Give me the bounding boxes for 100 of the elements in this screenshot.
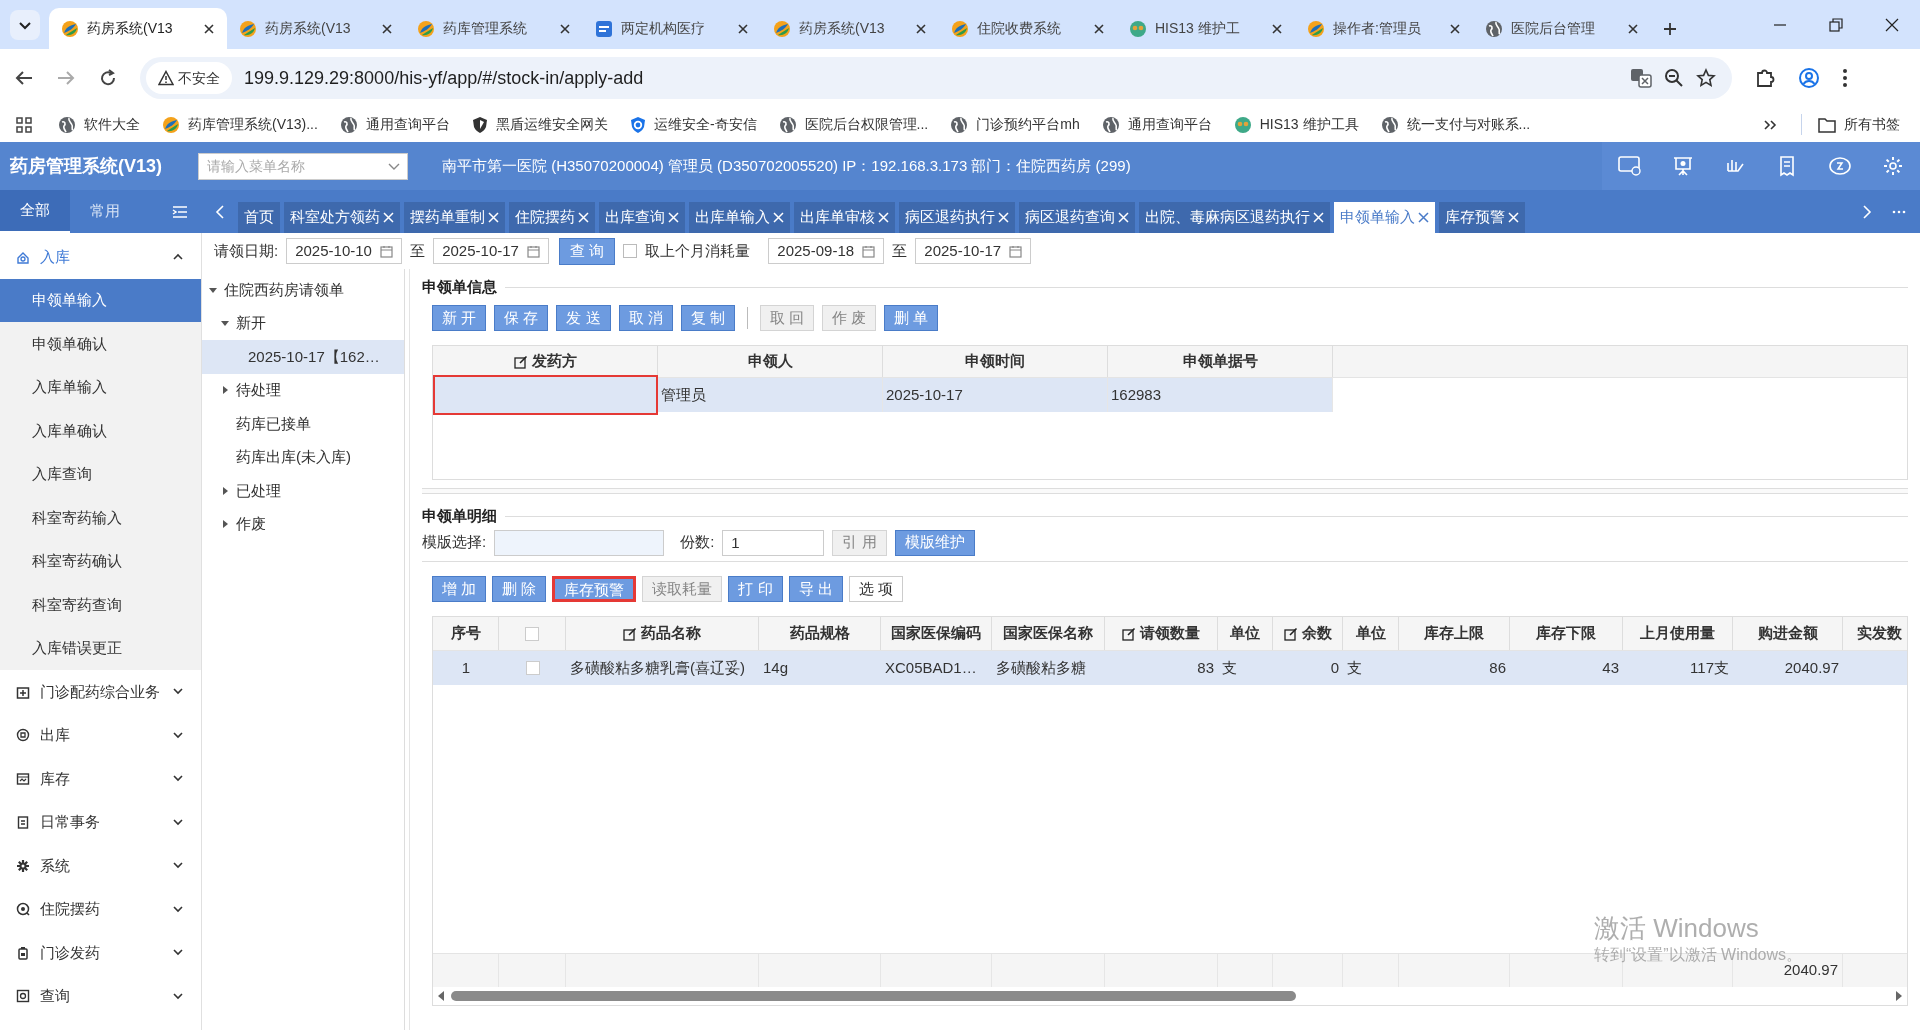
sidebar-tab[interactable]: 全部 [0,190,70,233]
browser-tab[interactable]: 药房系统(V13 [761,8,939,49]
column-header[interactable]: 单位 [1230,622,1260,645]
bookmark[interactable]: 统一支付与对账系... [1380,114,1531,135]
column-header[interactable]: 国家医保名称 [1003,622,1093,645]
chevrons-icon[interactable] [1763,117,1777,132]
bookmark[interactable]: HIS13 维护工具 [1233,114,1359,135]
column-header[interactable]: 序号 [450,622,481,645]
menu-group[interactable]: 出库 [0,713,201,757]
menu-group[interactable]: 系统 [0,844,201,888]
chevron-left-icon[interactable] [215,204,225,219]
column-header[interactable]: 发药方 [531,350,577,373]
close-icon[interactable] [559,22,571,35]
star-icon[interactable] [1696,68,1716,88]
presentation-icon[interactable] [1672,155,1694,177]
menu-group[interactable]: 门诊发药 [0,931,201,975]
page-tab[interactable]: 申领单输入 [1334,202,1435,233]
menu-group[interactable]: 门诊配药综合业务 [0,670,201,714]
close-icon[interactable] [1627,22,1639,35]
column-header[interactable]: 药品名称 [641,622,701,645]
menu-item[interactable]: 申领单输入 [0,278,201,322]
tree-item[interactable]: 药库出库(未入库) [202,440,404,474]
tree-item[interactable]: 作废 [202,507,404,541]
toolbar-button[interactable]: 选 项 [848,576,903,602]
page-tab[interactable]: 出库单输入 [689,202,790,233]
browser-tab[interactable]: 医院后台管理 [1473,8,1651,49]
browser-tab[interactable]: 药房系统(V13 [49,8,227,49]
zoom-out-icon[interactable] [1664,68,1684,88]
menu-item[interactable]: 科室寄药输入 [0,496,201,540]
column-header[interactable]: 库存上限 [1424,622,1484,645]
page-tab[interactable]: 首页 [238,202,280,233]
menu-item[interactable]: 科室寄药查询 [0,583,201,627]
checkbox[interactable] [525,626,539,641]
tree-item[interactable]: 2025-10-17【162… [202,340,404,374]
scrollbar-thumb[interactable] [451,991,1296,1001]
bookmark[interactable]: 门诊预约平台mh [950,114,1080,135]
page-tab[interactable]: 出库单审核 [794,202,895,233]
tree-item[interactable]: 待处理 [202,373,404,407]
tree-item[interactable]: 住院西药房请领单 [202,273,404,307]
settings-icon[interactable] [1882,155,1904,177]
bookmark[interactable]: 黑盾运维安全网关 [471,114,608,135]
page-tab[interactable]: 出库查询 [599,202,685,233]
date-field[interactable]: 2025-10-10 [286,238,403,264]
tab-list-icon[interactable] [9,9,40,40]
reload-icon[interactable] [98,68,118,88]
scroll-left-icon[interactable] [437,990,445,1002]
column-header[interactable]: 库存下限 [1536,622,1596,645]
translate-icon[interactable] [1630,67,1652,89]
browser-tab[interactable]: 药库管理系统 [405,8,583,49]
page-tab[interactable]: 科室处方领药 [284,202,400,233]
menu-group[interactable]: 住院摆药 [0,887,201,931]
puzzle-icon[interactable] [1754,67,1776,89]
column-header[interactable]: 实发数 [1856,622,1902,645]
close-icon[interactable] [737,22,749,35]
profile-icon[interactable] [1798,67,1820,89]
apps-grid-icon[interactable] [16,116,32,133]
browser-tab[interactable]: HIS13 维护工 [1117,8,1295,49]
date-field[interactable]: 2025-09-18 [768,238,885,264]
page-tab[interactable]: 病区退药执行 [899,202,1015,233]
security-chip[interactable]: 不安全 [146,62,232,94]
menu-group[interactable]: 查询 [0,974,201,1018]
date-field[interactable]: 2025-10-17 [915,238,1032,264]
menu-item[interactable]: 入库错误更正 [0,626,201,670]
caret-right-icon[interactable] [220,519,230,530]
close-icon[interactable] [381,22,393,35]
menu-item[interactable]: 申领单确认 [0,322,201,366]
column-header[interactable]: 药品规格 [789,622,850,645]
checkbox[interactable] [623,244,638,258]
tree-item[interactable]: 已处理 [202,474,404,508]
caret-right-icon[interactable] [220,485,230,496]
menu-search-field[interactable]: 请输入菜单名称 [198,152,408,180]
close-icon[interactable] [1885,17,1899,32]
copies-field[interactable]: 1 [722,529,825,556]
bookmark[interactable]: 通用查询平台 [339,114,450,135]
page-tab[interactable]: 出院、毒麻病区退药执行 [1139,202,1330,233]
close-icon[interactable] [203,22,215,35]
bookmark[interactable]: 通用查询平台 [1101,114,1212,135]
bookmark[interactable]: 医院后台权限管理... [778,114,929,135]
close-icon[interactable] [1093,22,1105,35]
browser-tab[interactable]: 操作者:管理员 [1295,8,1473,49]
column-header[interactable]: 请领数量 [1140,622,1200,645]
menu-item[interactable]: 科室寄药确认 [0,539,201,583]
menu-icon[interactable] [172,204,188,219]
menu-group[interactable]: 库存 [0,757,201,801]
column-header[interactable]: 购进金额 [1757,622,1818,645]
column-header[interactable]: 单位 [1355,622,1386,645]
column-header[interactable]: 余数 [1301,622,1332,645]
restore-icon[interactable] [1829,17,1843,32]
dropdown-caret-icon[interactable] [388,162,400,171]
menu-item[interactable]: 入库单确认 [0,409,201,453]
page-tab[interactable]: 住院摆药 [509,202,595,233]
new-tab-icon[interactable] [1663,21,1677,36]
column-header[interactable]: 国家医保编码 [891,622,981,645]
browser-tab[interactable]: 住院收费系统 [939,8,1117,49]
menu-item[interactable]: 入库查询 [0,452,201,496]
menu-group[interactable]: 日常事务 [0,800,201,844]
coin-icon[interactable] [1828,155,1852,177]
tree-item[interactable]: 新开 [202,306,404,340]
close-icon[interactable] [1271,22,1283,35]
menu-item[interactable]: 入库单输入 [0,365,201,409]
